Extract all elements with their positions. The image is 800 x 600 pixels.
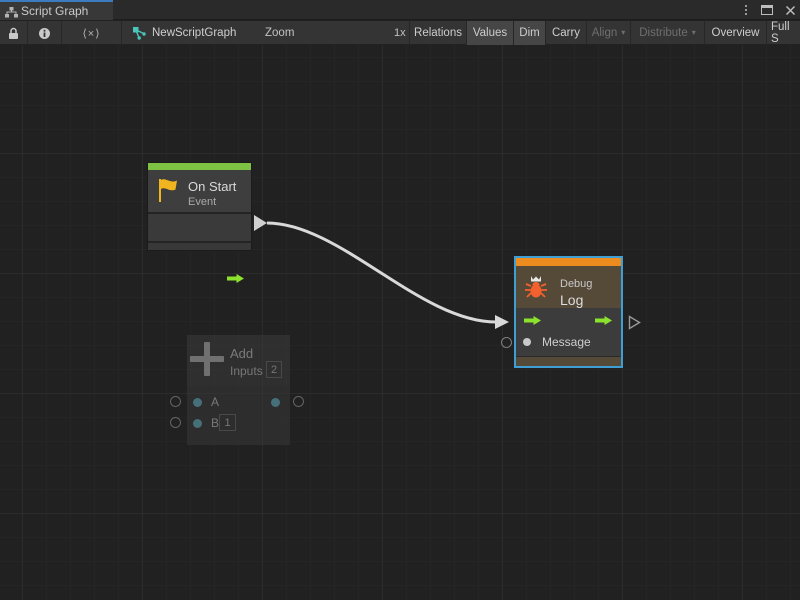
- info-button[interactable]: [28, 21, 62, 45]
- debug-log-header: Debug Log: [516, 266, 621, 308]
- distribute-button[interactable]: Distribute: [630, 21, 704, 45]
- title-bar: Script Graph: [0, 0, 800, 20]
- node-add-dimmed[interactable]: Add Inputs 2 A B 1: [170, 333, 310, 451]
- port-a-input-dot[interactable]: [193, 398, 202, 407]
- hierarchy-icon: [5, 7, 18, 18]
- debug-log-footer: [516, 356, 621, 366]
- toolbar-toggle-group: Relations Values Dim Carry Align Distrib…: [409, 21, 800, 45]
- window-controls: [743, 0, 796, 20]
- port-b-connector[interactable]: [170, 417, 181, 428]
- flag-icon: [157, 177, 180, 204]
- lock-icon: [8, 27, 19, 40]
- on-start-body: [148, 214, 251, 241]
- connection-wire[interactable]: [0, 45, 800, 600]
- code-view-button[interactable]: ⟨×⟩: [62, 21, 122, 45]
- message-port-label: Message: [542, 335, 591, 349]
- node-debug-log[interactable]: Debug Log Message: [514, 256, 623, 368]
- lock-button[interactable]: [0, 21, 28, 45]
- bug-icon: [523, 275, 549, 301]
- close-icon[interactable]: [785, 5, 796, 16]
- info-icon: [38, 27, 51, 40]
- graph-breadcrumb[interactable]: NewScriptGraph: [133, 21, 236, 45]
- node-title: Add: [230, 346, 253, 361]
- chevron-down-icon: [621, 27, 625, 39]
- node-on-start[interactable]: On Start Event: [147, 162, 252, 251]
- node-title: On Start: [188, 179, 236, 194]
- wire-end-arrow-icon: [495, 315, 509, 329]
- port-a-label: A: [211, 395, 219, 409]
- dim-button[interactable]: Dim: [513, 21, 545, 45]
- result-connector[interactable]: [293, 396, 304, 407]
- debug-log-body: Message: [516, 308, 621, 355]
- node-subtitle: Event: [188, 196, 216, 208]
- message-port-dot[interactable]: [523, 338, 531, 346]
- port-b-label: B: [211, 416, 219, 430]
- on-start-header: On Start Event: [148, 170, 251, 212]
- message-input-connector[interactable]: [501, 337, 512, 348]
- align-button[interactable]: Align: [586, 21, 630, 45]
- maximize-icon[interactable]: [761, 5, 773, 15]
- plus-icon: [190, 342, 224, 376]
- result-output-dot[interactable]: [271, 398, 280, 407]
- values-button[interactable]: Values: [466, 21, 513, 45]
- chevron-down-icon: [692, 27, 696, 39]
- port-a-connector[interactable]: [170, 396, 181, 407]
- flow-input-port[interactable]: [524, 315, 542, 326]
- carry-button[interactable]: Carry: [545, 21, 586, 45]
- graph-canvas[interactable]: On Start Event Debug Log: [0, 45, 800, 600]
- node-title: Log: [560, 292, 583, 308]
- zoom-value: 1x: [394, 21, 406, 45]
- fullscreen-button[interactable]: Full S: [766, 21, 800, 45]
- debug-accent-bar: [516, 258, 621, 266]
- relations-button[interactable]: Relations: [409, 21, 466, 45]
- flow-output-connector-icon[interactable]: [628, 315, 641, 330]
- script-graph-icon: [133, 27, 146, 40]
- inputs-label: Inputs: [230, 364, 263, 378]
- menu-kebab-icon[interactable]: [743, 3, 749, 17]
- zoom-label: Zoom: [265, 21, 294, 45]
- inputs-count-field[interactable]: 2: [266, 361, 282, 378]
- code-view-icon: ⟨×⟩: [82, 27, 100, 40]
- event-accent-bar: [148, 163, 251, 170]
- tab-title: Script Graph: [21, 4, 88, 18]
- graph-toolbar: ⟨×⟩ NewScriptGraph Zoom 1x Relations Val…: [0, 21, 800, 45]
- port-b-value-field[interactable]: 1: [219, 414, 236, 431]
- flow-output-port[interactable]: [227, 273, 245, 284]
- tab-script-graph[interactable]: Script Graph: [0, 0, 113, 20]
- flow-output-port[interactable]: [595, 315, 613, 326]
- graph-name: NewScriptGraph: [152, 27, 236, 39]
- overview-button[interactable]: Overview: [704, 21, 766, 45]
- port-b-input-dot[interactable]: [193, 419, 202, 428]
- node-category: Debug: [560, 278, 592, 290]
- on-start-footer: [148, 243, 251, 250]
- wire-start-arrow-icon: [254, 215, 267, 231]
